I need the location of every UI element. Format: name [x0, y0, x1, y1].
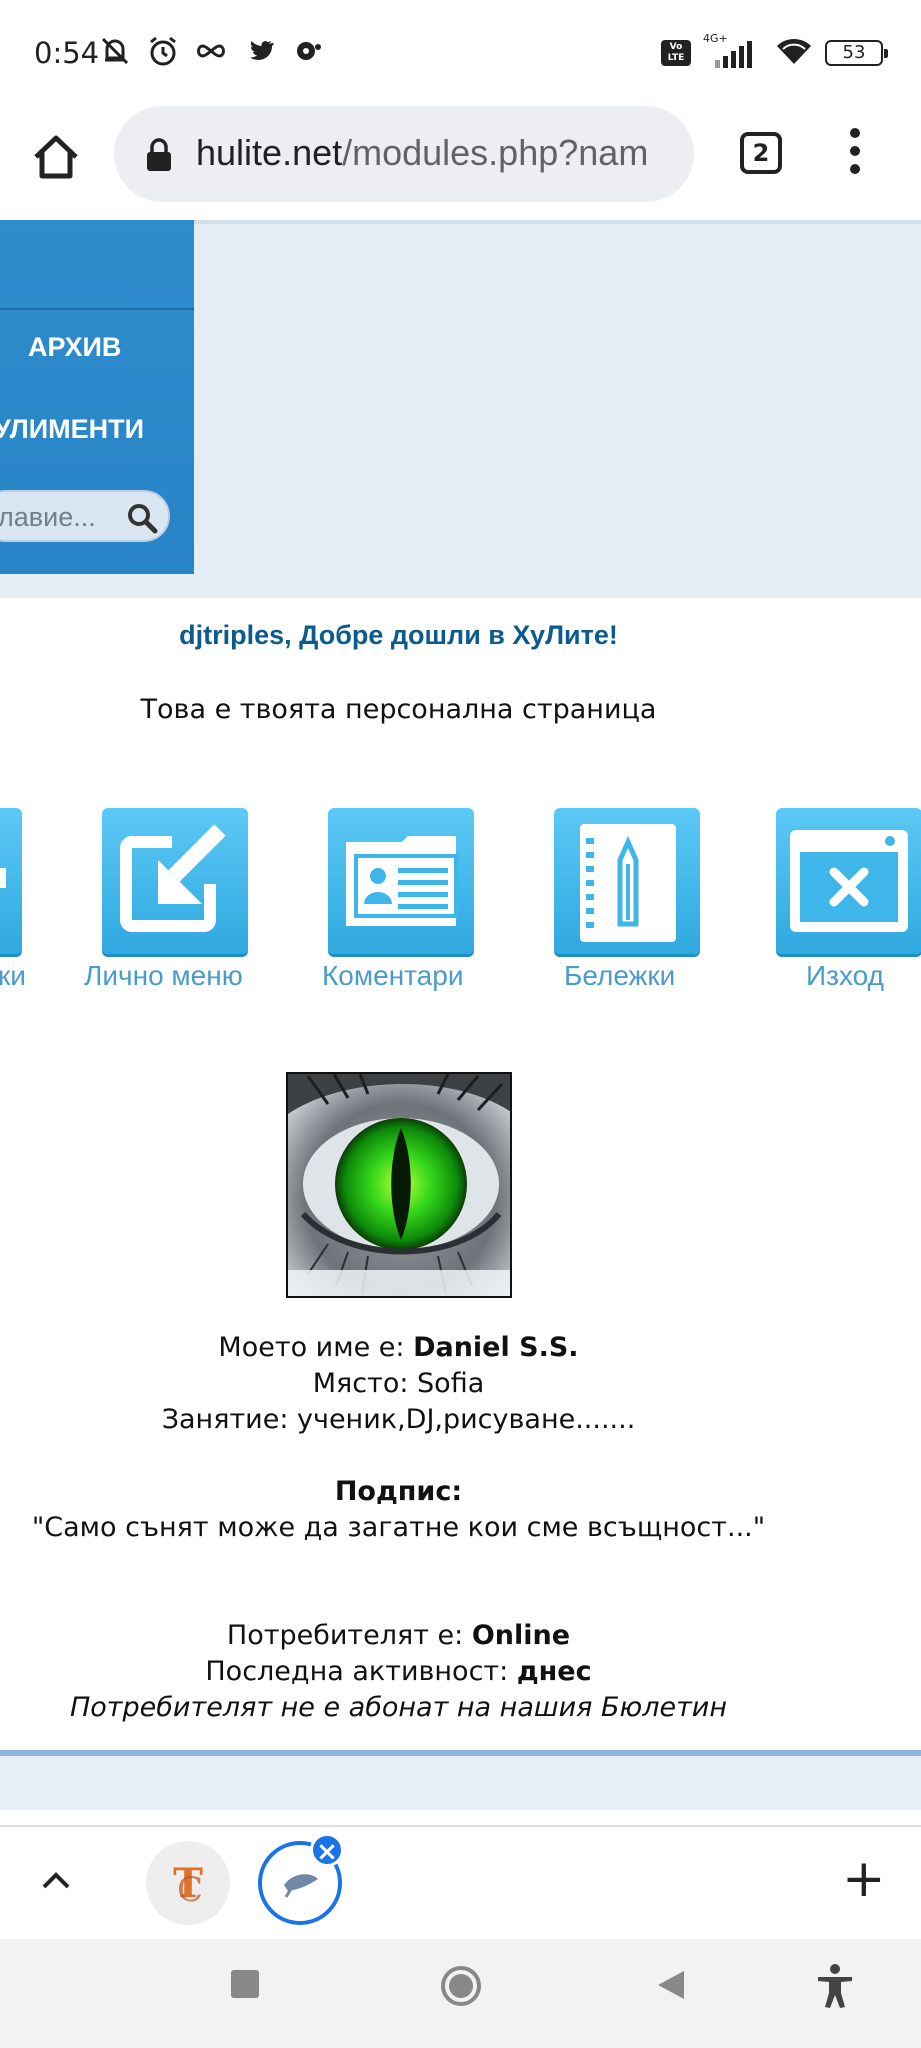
menu-tile-partial[interactable] — [0, 808, 22, 954]
web-page: АРХИВ УЛИМЕНТИ лавие... djtriples, Добре… — [0, 220, 921, 1825]
occupation-label: Занятие: — [161, 1404, 298, 1435]
mute-icon — [98, 34, 132, 68]
menu-tile-notes[interactable] — [554, 808, 700, 954]
chevron-up-icon[interactable] — [38, 1863, 74, 1899]
nav-divider — [0, 308, 194, 310]
status-label: Потребителят е: — [226, 1620, 472, 1651]
profile-occupation: ученик,DJ,рисуване....... — [297, 1404, 636, 1435]
system-nav-bar — [0, 1939, 921, 2048]
status-bar: 0:54 Vo LTE 4G+ 53 — [0, 0, 921, 104]
address-bar[interactable]: hulite.net/modules.php?nam — [114, 106, 694, 202]
status-time: 0:54 — [34, 36, 100, 70]
tab-strip: TC × + — [0, 1825, 921, 1939]
battery-icon: 53 — [825, 40, 888, 66]
twitter-icon — [242, 34, 276, 68]
last-active-line: Последна активност: днес — [0, 1654, 797, 1690]
url-text: hulite.net/modules.php?nam — [196, 132, 686, 174]
browser-toolbar: hulite.net/modules.php?nam 2 — [0, 104, 921, 220]
url-host: hulite.net — [196, 132, 343, 173]
menu-tile-comments[interactable] — [328, 808, 474, 954]
eye-avatar-image — [288, 1074, 510, 1296]
menu-tile-logout[interactable] — [776, 808, 921, 954]
signature-block: Подпис: "Само сънят може да загатне кои … — [0, 1474, 797, 1546]
signature-label: Подпис: — [334, 1476, 463, 1507]
page-footer-bar — [0, 1750, 921, 1810]
menu-label-comments[interactable]: Коментари — [322, 960, 463, 992]
last-active-label: Последна активност: — [205, 1656, 517, 1687]
new-tab-button[interactable]: + — [842, 1853, 886, 1905]
nav-search-input[interactable]: лавие... — [0, 490, 170, 542]
alarm-icon — [146, 34, 180, 68]
newsletter-status: Потребителят не е абонат на нашия Бюлети… — [69, 1692, 728, 1723]
menu-label-logout[interactable]: Изход — [806, 960, 884, 992]
id-card-icon — [346, 836, 458, 926]
volte-icon: Vo LTE — [661, 40, 691, 66]
notebook-pencil-icon — [580, 824, 676, 942]
site-nav: АРХИВ УЛИМЕНТИ лавие... — [0, 220, 194, 574]
name-label: Моето име е: — [218, 1332, 414, 1363]
site-banner: АРХИВ УЛИМЕНТИ лавие... — [0, 220, 921, 598]
close-window-icon — [790, 830, 908, 932]
user-avatar — [286, 1072, 512, 1298]
welcome-subtitle: Това е твоята персонална страница — [140, 694, 657, 725]
status-value: Online — [471, 1620, 571, 1651]
profile-place-line: Място: Sofia — [0, 1366, 797, 1402]
wifi-icon — [775, 36, 813, 70]
system-status-icons: Vo LTE 4G+ 53 — [661, 32, 888, 70]
menu-label-personal[interactable]: Лично меню — [84, 960, 243, 992]
menu-tile-personal[interactable] — [102, 808, 248, 954]
app-notification-icon — [290, 34, 324, 68]
tab-switcher-button[interactable]: 2 — [740, 132, 782, 174]
profile-name-line: Моето име е: Daniel S.S. — [0, 1330, 797, 1366]
profile-name: Daniel S.S. — [413, 1332, 579, 1363]
tab-thumbnail-1[interactable]: TC — [146, 1841, 230, 1925]
menu-label-partial[interactable]: ки — [0, 960, 26, 992]
close-tab-icon[interactable]: × — [310, 1833, 344, 1867]
profile-place: Sofia — [417, 1368, 485, 1399]
home-button[interactable] — [30, 131, 82, 183]
profile-details: Моето име е: Daniel S.S. Място: Sofia За… — [0, 1330, 797, 1438]
overflow-menu-button[interactable] — [846, 128, 864, 178]
place-label: Място: — [312, 1368, 418, 1399]
lock-icon — [147, 138, 171, 171]
menu-dot — [850, 164, 860, 174]
back-icon[interactable] — [656, 1969, 686, 2001]
url-path: /modules.php?nam — [342, 132, 649, 173]
home-icon — [34, 135, 78, 179]
personal-menu-icon — [120, 824, 226, 932]
menu-dot — [850, 128, 860, 138]
notification-icons — [98, 34, 324, 68]
signature-text: "Само сънят може да загатне кои сме всъщ… — [31, 1512, 766, 1543]
nav-item-documents[interactable]: УЛИМЕНТИ — [0, 414, 144, 445]
home-nav-icon[interactable] — [440, 1965, 482, 2007]
last-active-value: днес — [516, 1656, 592, 1687]
nav-item-archive[interactable]: АРХИВ — [28, 332, 121, 363]
menu-dot — [850, 146, 860, 156]
status-line: Потребителят е: Online — [0, 1618, 797, 1654]
network-type: 4G+ — [703, 32, 728, 45]
recents-icon[interactable] — [230, 1969, 260, 1999]
infinity-icon — [194, 34, 228, 68]
profile-occupation-line: Занятие: ученик,DJ,рисуване....... — [0, 1402, 797, 1438]
svg-text:C: C — [177, 1870, 203, 1910]
menu-label-notes[interactable]: Бележки — [564, 960, 675, 992]
welcome-title: djtriples, Добре дошли в ХуЛите! — [179, 620, 618, 650]
search-placeholder: лавие... — [0, 502, 96, 532]
activity-block: Потребителят е: Online Последна активнос… — [0, 1618, 797, 1726]
accessibility-icon[interactable] — [814, 1963, 856, 2009]
search-icon[interactable] — [126, 502, 158, 534]
signal-icon: 4G+ — [703, 32, 763, 70]
site-favicon-icon: TC — [173, 1860, 203, 1910]
arrow-icon — [0, 868, 6, 888]
